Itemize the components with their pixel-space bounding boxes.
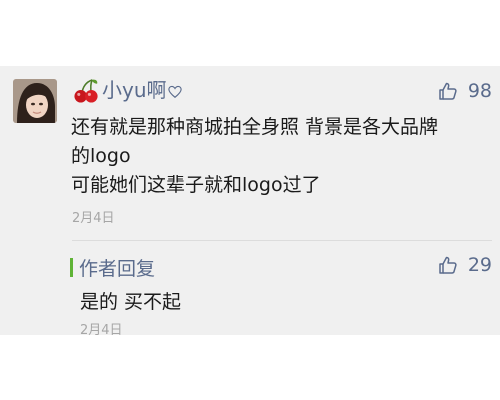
avatar[interactable]	[13, 79, 57, 123]
thumbs-up-icon	[439, 256, 457, 274]
comment-date: 2月4日	[72, 211, 115, 226]
thumbs-up-icon	[439, 82, 457, 100]
avatar-image	[13, 79, 57, 123]
comment-body: 还有就是那种商城拍全身照 背景是各大品牌 的logo 可能她们这辈子就和logo…	[71, 113, 491, 200]
heart-icon	[167, 85, 182, 98]
reply-like-button[interactable]: 29	[438, 254, 492, 276]
author-reply-label: 作者回复	[79, 257, 156, 280]
comment-line: 还有就是那种商城拍全身照 背景是各大品牌	[71, 116, 439, 138]
comment-line: 的logo	[71, 145, 131, 167]
reply-date: 2月4日	[80, 323, 123, 338]
author-reply-header: 作者回复	[70, 254, 155, 280]
username[interactable]: 小yu啊	[102, 75, 167, 105]
reply-indicator-bar	[70, 257, 73, 277]
reply-body: 是的 买不起	[80, 291, 182, 313]
cherry-icon	[74, 78, 98, 103]
divider	[72, 240, 492, 241]
comment-line: 可能她们这辈子就和logo过了	[71, 174, 321, 196]
like-count: 98	[467, 80, 492, 102]
comment-header: 小yu啊	[73, 75, 182, 105]
like-button[interactable]: 98	[438, 80, 492, 102]
reply-like-count: 29	[467, 254, 492, 276]
comment-card: 小yu啊 98 还有就是那种商城拍全身照 背景是各大品牌 的logo 可能她们这…	[0, 66, 500, 338]
